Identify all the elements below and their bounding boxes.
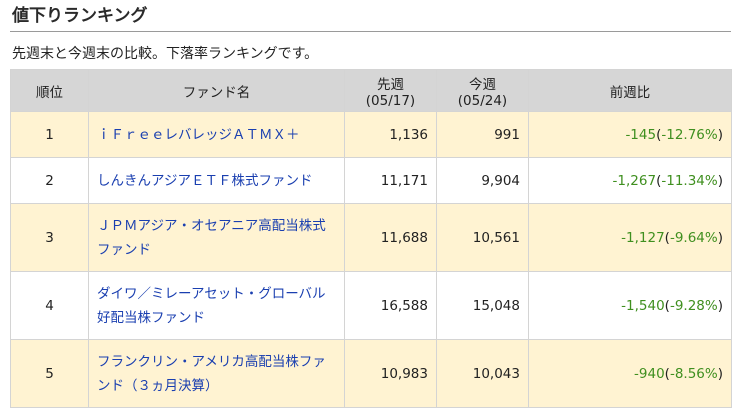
table-row: 4 ダイワ／ミレーアセット・グローバル好配当株ファンド 16,588 15,04… [10, 271, 732, 340]
column-header-change: 前週比 [528, 69, 732, 112]
fund-link[interactable]: ｉＦｒｅｅレバレッジＡＴＭＸ＋ [97, 127, 300, 143]
table-header-row: 順位 ファンド名 先週(05/17) 今週(05/24) 前週比 [10, 69, 732, 112]
rank-cell: 1 [10, 111, 89, 158]
ranking-panel: 値下りランキング 先週末と今週末の比較。下落率ランキングです。 順位 ファンド名… [0, 0, 744, 412]
change-amount: -1,127 [621, 229, 665, 246]
rank-cell: 4 [10, 271, 89, 340]
table-row: 5 フランクリン・アメリカ高配当株ファンド（３ヵ月決算） 10,983 10,0… [10, 339, 732, 408]
change-percent: -12.76% [661, 126, 718, 143]
prev-week-price: 1,136 [344, 111, 437, 158]
this-week-price: 10,043 [436, 339, 529, 408]
change-percent: -11.34% [661, 172, 718, 189]
fund-link[interactable]: ダイワ／ミレーアセット・グローバル好配当株ファンド [97, 286, 326, 326]
change-amount: -1,540 [621, 297, 665, 314]
prev-week-price: 11,688 [344, 203, 437, 272]
page-description: 先週末と今週末の比較。下落率ランキングです。 [12, 46, 319, 62]
prev-week-price: 10,983 [344, 339, 437, 408]
fund-link[interactable]: ＪＰＭアジア・オセアニア高配当株式ファンド [97, 218, 326, 258]
table-row: 2 しんきんアジアＥＴＦ株式ファンド 11,171 9,904 -1,267(-… [10, 157, 732, 204]
table-row: 1 ｉＦｒｅｅレバレッジＡＴＭＸ＋ 1,136 991 -145(-12.76%… [10, 111, 732, 158]
page-title: 値下りランキング [12, 6, 148, 26]
this-week-price: 9,904 [436, 157, 529, 204]
rank-cell: 5 [10, 339, 89, 408]
change-cell: -940(-8.56%) [528, 339, 732, 408]
column-header-prev-week: 先週(05/17) [344, 69, 437, 112]
change-cell: -1,267(-11.34%) [528, 157, 732, 204]
change-cell: -1,540(-9.28%) [528, 271, 732, 340]
column-header-this-week: 今週(05/24) [436, 69, 529, 112]
rank-cell: 3 [10, 203, 89, 272]
prev-week-price: 11,171 [344, 157, 437, 204]
table-row: 3 ＪＰＭアジア・オセアニア高配当株式ファンド 11,688 10,561 -1… [10, 203, 732, 272]
column-header-rank: 順位 [10, 69, 89, 112]
rank-cell: 2 [10, 157, 89, 204]
change-amount: -940 [634, 365, 665, 382]
ranking-table: 順位 ファンド名 先週(05/17) 今週(05/24) 前週比 1 ｉＦｒｅｅ… [10, 69, 732, 408]
change-percent: -9.64% [669, 229, 718, 246]
change-cell: -1,127(-9.64%) [528, 203, 732, 272]
this-week-price: 991 [436, 111, 529, 158]
fund-link[interactable]: フランクリン・アメリカ高配当株ファンド（３ヵ月決算） [97, 354, 326, 394]
fund-link[interactable]: しんきんアジアＥＴＦ株式ファンド [97, 173, 312, 189]
prev-week-price: 16,588 [344, 271, 437, 340]
this-week-price: 15,048 [436, 271, 529, 340]
change-amount: -145 [625, 126, 657, 143]
title-divider [10, 31, 731, 32]
change-cell: -145(-12.76%) [528, 111, 732, 158]
change-percent: -8.56% [669, 365, 718, 382]
column-header-fund: ファンド名 [88, 69, 345, 112]
this-week-price: 10,561 [436, 203, 529, 272]
change-percent: -9.28% [669, 297, 718, 314]
change-amount: -1,267 [612, 172, 657, 189]
